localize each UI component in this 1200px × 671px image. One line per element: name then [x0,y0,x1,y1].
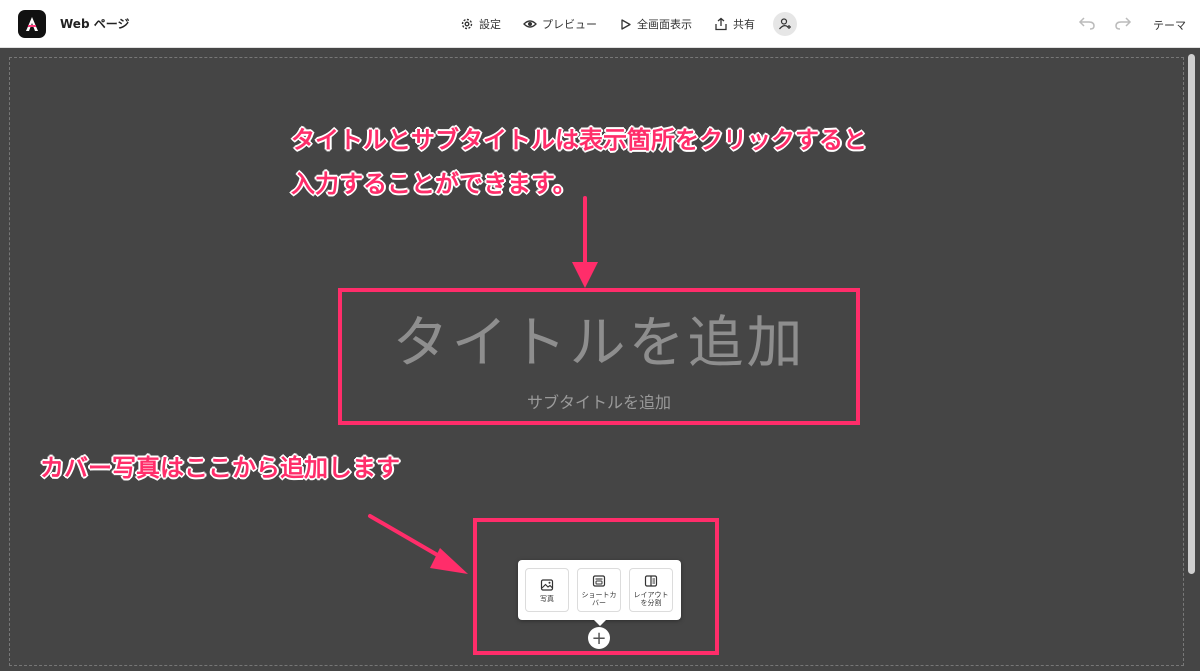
adobe-express-logo[interactable] [18,10,46,38]
split-layout-icon [644,574,658,587]
diagonal-arrow [368,514,468,574]
preview-label: プレビュー [542,18,597,31]
down-arrow [572,196,598,288]
center-menu: 設定 プレビュー 全画面表示 共有 [460,12,797,36]
add-cover-button[interactable]: + [588,627,610,649]
fullscreen-label: 全画面表示 [637,18,692,31]
split-layout-label: レイアウト を分割 [633,590,669,607]
shortcut-bar-label: ショートカ バー [581,590,617,607]
redo-icon [1115,17,1132,30]
image-icon [540,578,554,591]
top-toolbar: Web ページ 設定 プレビュー 全画面表示 共有 テーマ [0,0,1200,48]
share-button[interactable]: 共有 [714,16,755,32]
photo-button[interactable]: 写真 [525,568,569,612]
photo-label: 写真 [540,594,554,603]
play-icon [621,18,631,30]
document-title[interactable]: Web ページ [60,15,129,32]
settings-label: 設定 [479,18,501,31]
cover-options-popup: 写真 ショートカ バー レイアウト を分割 [518,560,681,626]
settings-button[interactable]: 設定 [460,16,501,32]
eye-icon [523,20,537,28]
undo-button[interactable] [1078,15,1096,35]
page-canvas: タイトルとサブタイトルは表示箇所をクリックすると 入力することができます。 タイ… [0,48,1200,671]
redo-button[interactable] [1114,15,1132,35]
fullscreen-button[interactable]: 全画面表示 [619,16,692,32]
shortcut-bar-icon [592,574,606,587]
share-label: 共有 [733,18,755,31]
invite-collaborator-button[interactable] [773,12,797,36]
shortcut-bar-button[interactable]: ショートカ バー [577,568,621,612]
share-icon [715,17,727,31]
gear-icon [461,18,473,30]
theme-button[interactable]: テーマ [1153,17,1186,33]
undo-icon [1078,17,1095,30]
split-layout-button[interactable]: レイアウト を分割 [629,568,673,612]
preview-button[interactable]: プレビュー [523,16,597,32]
add-person-icon [779,18,791,30]
